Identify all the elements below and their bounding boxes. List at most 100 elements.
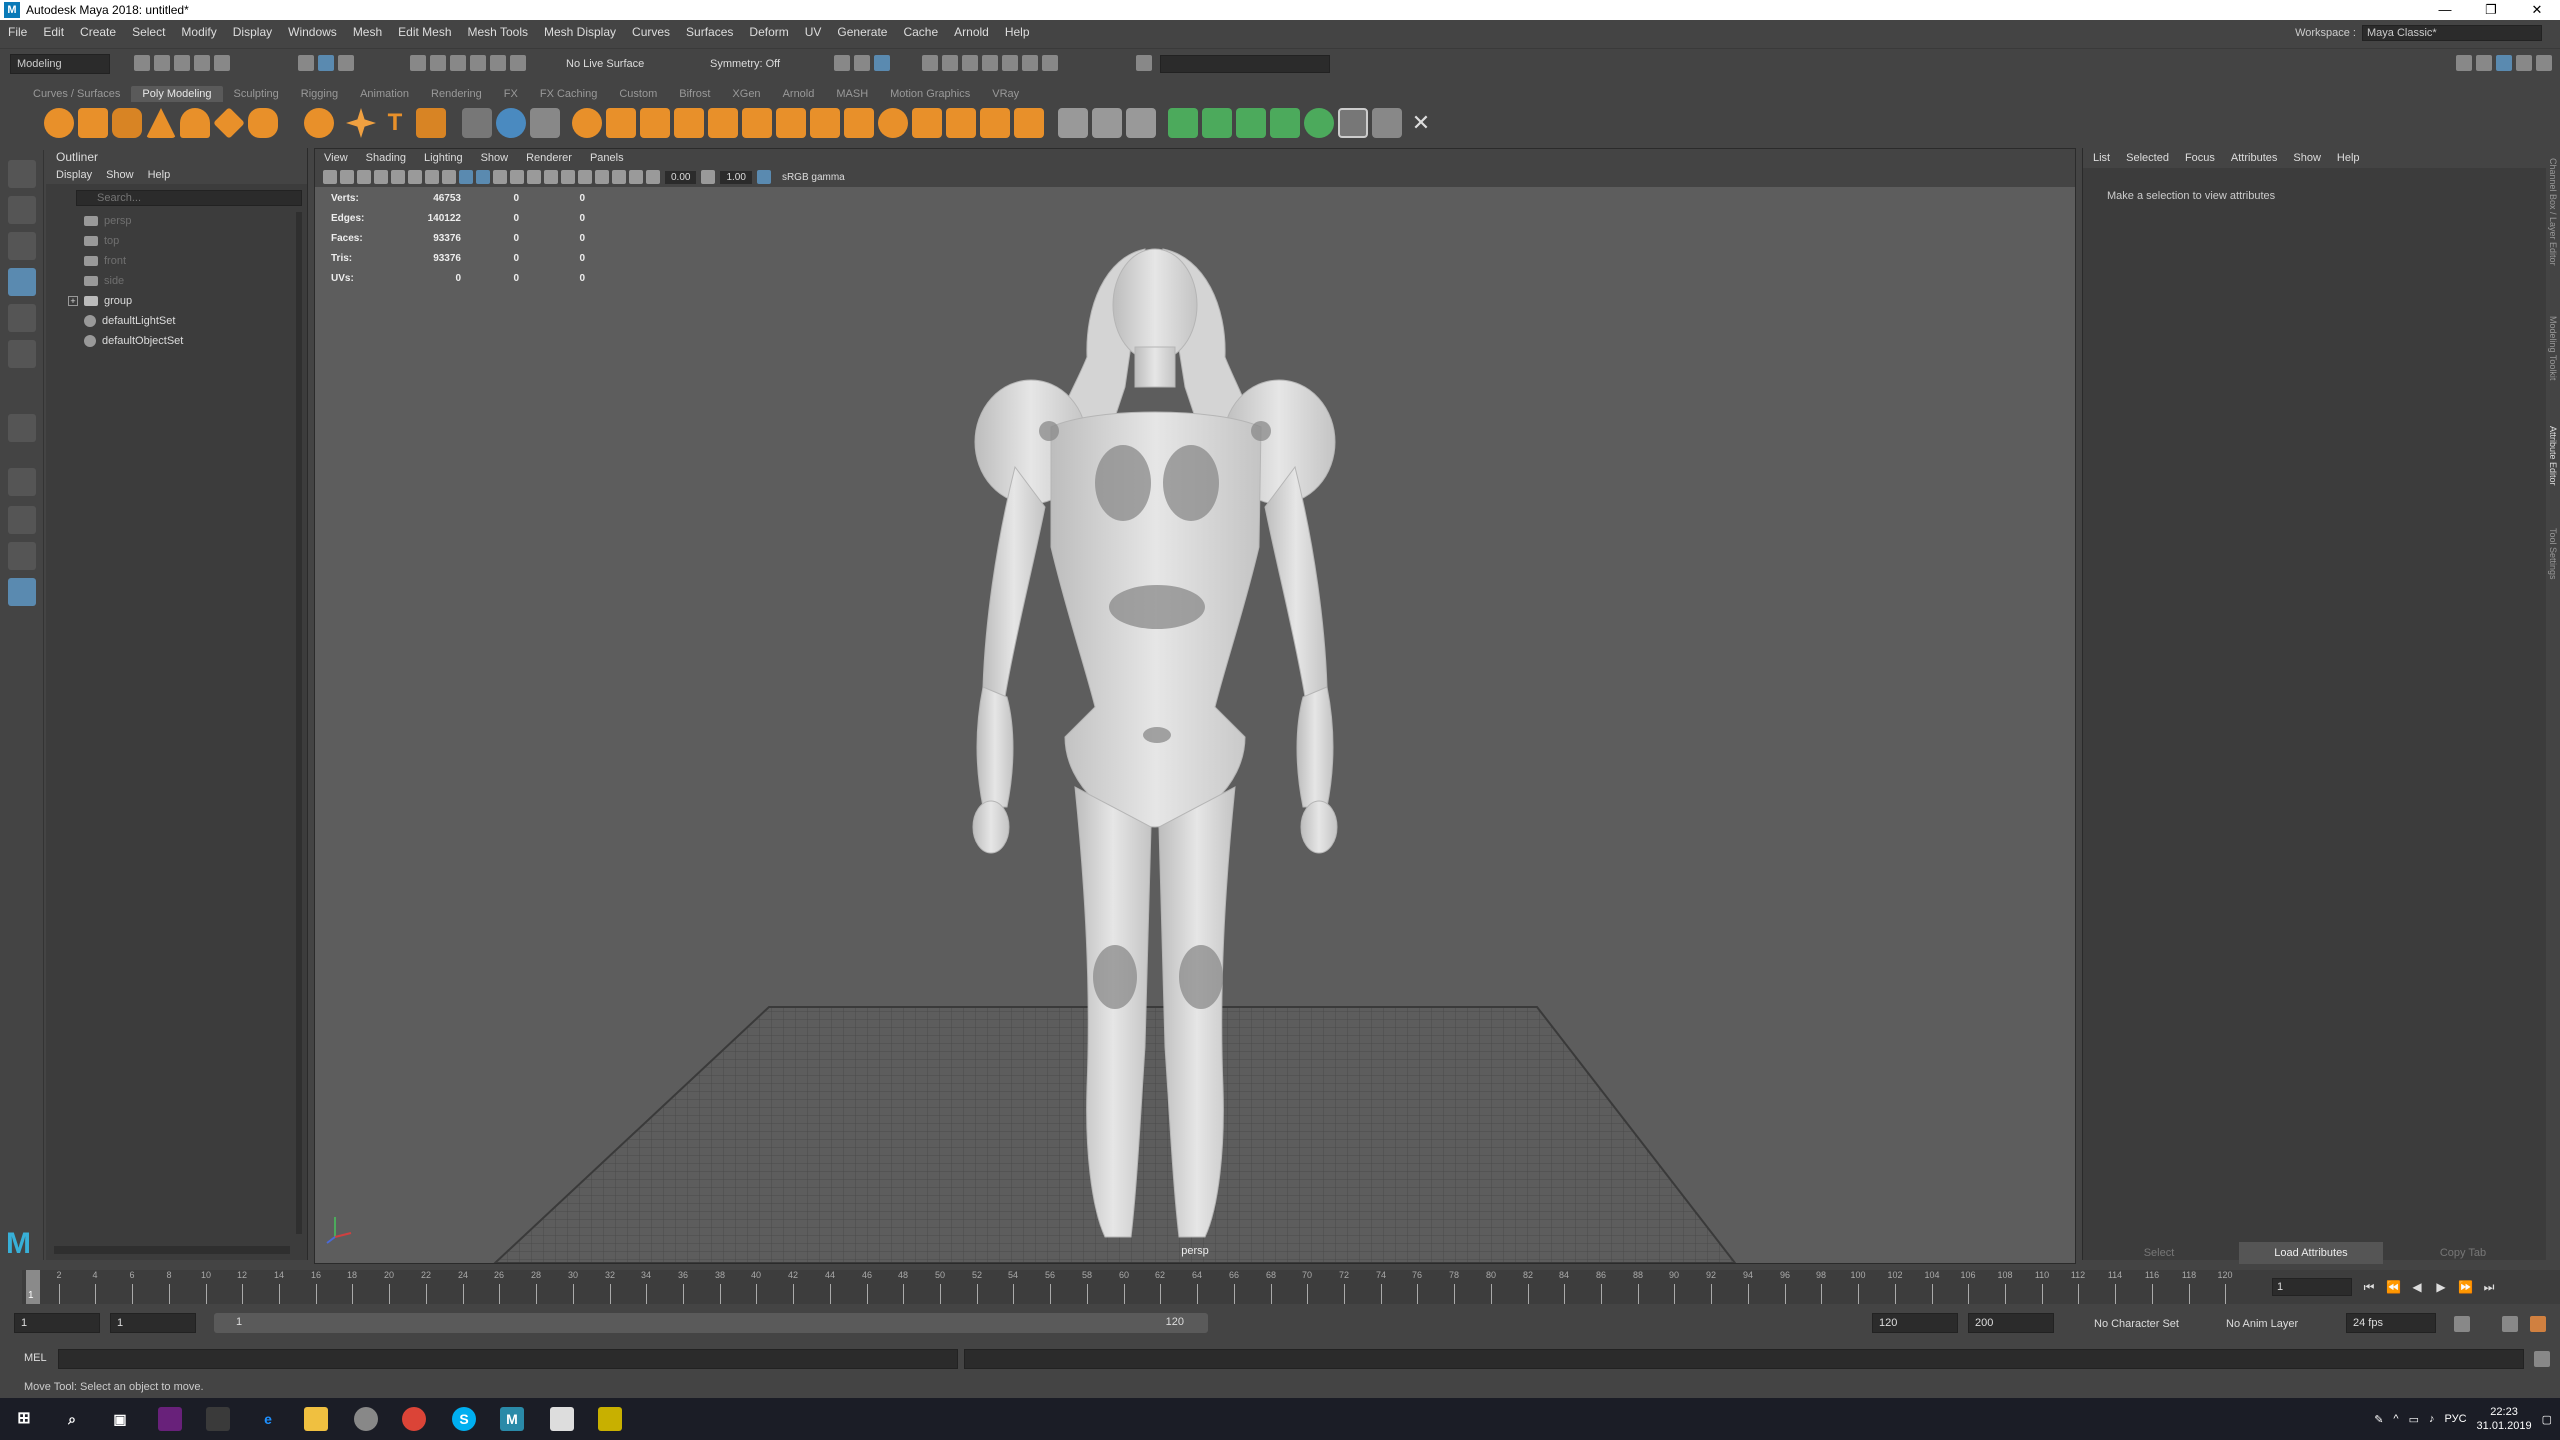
copy-tab-button[interactable]: Copy Tab (2391, 1242, 2535, 1264)
viewport-menu-shading[interactable]: Shading (357, 152, 415, 164)
gate-mask-icon[interactable] (442, 170, 456, 184)
maximize-button[interactable]: ❐ (2468, 0, 2514, 20)
attr-menu-show[interactable]: Show (2293, 148, 2321, 168)
menu-arnold[interactable]: Arnold (946, 25, 997, 39)
pen-icon[interactable]: ✎ (2374, 1413, 2383, 1426)
multi-cut-icon[interactable] (1058, 108, 1088, 138)
end-time-field[interactable]: 120 (1872, 1313, 1958, 1333)
combine-icon[interactable] (462, 108, 492, 138)
unfold-uv-icon[interactable]: ✕ (1406, 108, 1436, 138)
hypershade-icon[interactable] (982, 55, 998, 71)
outliner-menu-help[interactable]: Help (148, 166, 171, 184)
shelf-tab-bifrost[interactable]: Bifrost (668, 86, 721, 102)
ambient-occlusion-icon[interactable] (544, 170, 558, 184)
file-explorer-icon[interactable] (304, 1407, 328, 1431)
exposure-icon[interactable] (646, 170, 660, 184)
shelf-tab-arnold[interactable]: Arnold (772, 86, 826, 102)
component-mode-icon[interactable] (338, 55, 354, 71)
boolean-difference-icon[interactable] (606, 108, 636, 138)
outliner-item-default-light-set[interactable]: defaultLightSet (84, 312, 175, 330)
auto-key-icon[interactable] (2502, 1316, 2518, 1332)
unity-icon[interactable] (598, 1407, 622, 1431)
lights-icon[interactable] (510, 170, 524, 184)
paint-select-tool-icon[interactable] (8, 232, 36, 260)
bevel-icon[interactable] (742, 108, 772, 138)
volume-icon[interactable]: ♪ (2429, 1413, 2435, 1425)
chrome-icon[interactable] (402, 1407, 426, 1431)
smooth-shade-icon[interactable] (476, 170, 490, 184)
viewport-menu-view[interactable]: View (315, 152, 357, 164)
menu-deform[interactable]: Deform (741, 25, 796, 39)
notifications-icon[interactable]: ▢ (2542, 1413, 2552, 1426)
exposure-field[interactable]: 0.00 (665, 170, 697, 184)
backface-icon[interactable] (629, 170, 643, 184)
shelf-tab-fx[interactable]: FX (493, 86, 529, 102)
scale-tool-icon[interactable] (8, 340, 36, 368)
task-view-icon[interactable]: ▣ (108, 1407, 132, 1431)
poly-cylinder-icon[interactable] (112, 108, 142, 138)
go-to-end-icon[interactable]: ⏭ (2482, 1280, 2496, 1294)
wireframe-icon[interactable] (459, 170, 473, 184)
triangulate-icon[interactable] (980, 108, 1010, 138)
outliner-menu-display[interactable]: Display (56, 166, 92, 184)
channel-box-toggle-icon[interactable] (2536, 55, 2552, 71)
uv-editor-icon[interactable] (1338, 108, 1368, 138)
pause-viewport-icon[interactable] (1042, 55, 1058, 71)
viewport-menu-renderer[interactable]: Renderer (517, 152, 581, 164)
menu-generate[interactable]: Generate (829, 25, 895, 39)
isolate-select-icon[interactable] (578, 170, 592, 184)
outliner-layout-icon[interactable] (8, 578, 36, 606)
menu-mesh[interactable]: Mesh (345, 25, 390, 39)
menu-uv[interactable]: UV (797, 25, 830, 39)
fill-hole-icon[interactable] (776, 108, 806, 138)
outliner-vertical-scrollbar[interactable] (296, 212, 302, 1234)
snap-view-icon[interactable] (490, 55, 506, 71)
current-frame-field[interactable]: 1 (2272, 1278, 2352, 1296)
menu-curves[interactable]: Curves (624, 25, 678, 39)
poke-icon[interactable] (878, 108, 908, 138)
save-scene-icon[interactable] (174, 55, 190, 71)
steam-icon[interactable] (354, 1407, 378, 1431)
mode-dropdown[interactable]: Modeling (10, 54, 110, 74)
anim-end-field[interactable]: 200 (1968, 1313, 2054, 1333)
workspace-dropdown[interactable]: Maya Classic* (2362, 25, 2542, 41)
shelf-tab-vray[interactable]: VRay (981, 86, 1030, 102)
sidebar-toggle-icon[interactable] (1136, 55, 1152, 71)
photos-icon[interactable] (550, 1407, 574, 1431)
poly-cone-icon[interactable] (146, 108, 176, 138)
menu-file[interactable]: File (0, 25, 35, 39)
snap-curve-icon[interactable] (430, 55, 446, 71)
outliner-item-persp[interactable]: persp (84, 212, 132, 230)
menu-cache[interactable]: Cache (895, 25, 946, 39)
bookmarks-icon[interactable] (357, 170, 371, 184)
attr-select-button[interactable]: Select (2087, 1242, 2231, 1264)
live-surface-label[interactable]: No Live Surface (566, 58, 644, 70)
skype-icon[interactable]: S (452, 1407, 476, 1431)
menu-create[interactable]: Create (72, 25, 124, 39)
append-polygon-icon[interactable] (810, 108, 840, 138)
range-slider[interactable]: 1 120 (214, 1313, 1208, 1333)
symmetry-label[interactable]: Symmetry: Off (710, 58, 780, 70)
rotate-tool-icon[interactable] (8, 304, 36, 332)
move-tool-icon[interactable] (8, 268, 36, 296)
sew-uv-icon[interactable] (1372, 108, 1402, 138)
menu-edit-mesh[interactable]: Edit Mesh (390, 25, 459, 39)
type-tool-icon[interactable]: T (380, 108, 410, 138)
viewport-menu-show[interactable]: Show (472, 152, 518, 164)
snap-projected-icon[interactable] (470, 55, 486, 71)
menu-modify[interactable]: Modify (173, 25, 224, 39)
color-space-dropdown[interactable]: sRGB gamma (775, 170, 916, 184)
boolean-union-icon[interactable] (572, 108, 602, 138)
command-language-label[interactable]: MEL (24, 1352, 47, 1364)
resolution-gate-icon[interactable] (425, 170, 439, 184)
modeling-toolkit-icon[interactable] (2456, 55, 2472, 71)
maya-taskbar-icon[interactable]: M (500, 1407, 524, 1431)
attribute-editor-toggle-icon[interactable] (2496, 55, 2512, 71)
shelf-tab-fx-caching[interactable]: FX Caching (529, 86, 608, 102)
loop-icon[interactable] (2454, 1316, 2470, 1332)
four-view-layout-icon[interactable] (8, 506, 36, 534)
xray-joints-icon[interactable] (612, 170, 626, 184)
shelf-tab-sculpting[interactable]: Sculpting (223, 86, 290, 102)
viewport-menu-panels[interactable]: Panels (581, 152, 633, 164)
poly-torus-icon[interactable] (180, 108, 210, 138)
